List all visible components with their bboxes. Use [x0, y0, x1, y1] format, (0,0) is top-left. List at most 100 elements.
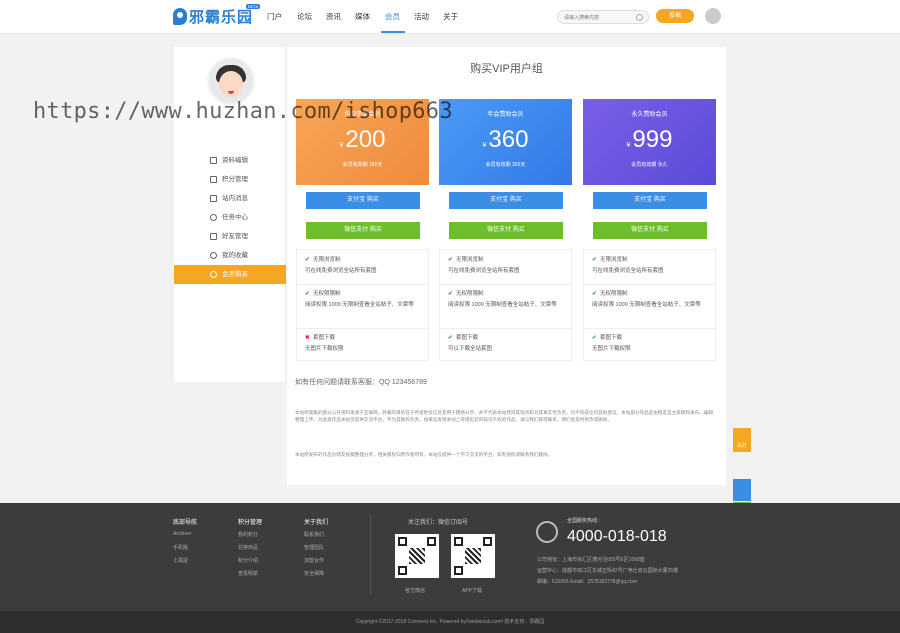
feature-desc: 可在线免费浏览全站所有套图: [592, 268, 664, 274]
hotline-label: 全国服务热线：: [567, 518, 603, 524]
check-icon: ✔: [592, 335, 597, 341]
sidebar-item-credits[interactable]: 积分管理: [174, 170, 286, 189]
feature-item: ✔ 无权限限制: [592, 291, 628, 297]
qq-icon[interactable]: [733, 479, 751, 501]
alipay-buy-button[interactable]: 支付宝 购买: [593, 192, 707, 209]
nav-forum[interactable]: 论坛: [297, 11, 312, 22]
alipay-buy-button[interactable]: 支付宝 购买: [449, 192, 563, 209]
company-address: 公司地址：上海市徐汇区漕河泾655号E区1068座: [537, 557, 645, 563]
footer-link[interactable]: 手机版: [173, 544, 188, 551]
footer-col-title: 积分管理: [238, 520, 263, 526]
feature-desc: 可在线免费浏览全站所有套图: [305, 268, 377, 274]
member-sidebar: 资料编辑 积分管理 站内消息 任务中心 好友管理 我的收藏 会员购买: [174, 47, 286, 382]
wechat-buy-button[interactable]: 微信支付 购买: [449, 222, 563, 239]
footer-link[interactable]: Archiver: [173, 531, 191, 537]
plan-card-lifetime: 永久赞助会员 ¥999 会员有效期 永久: [583, 99, 716, 185]
sidebar-item-profile[interactable]: 资料编辑: [174, 151, 286, 170]
heart-icon: [210, 271, 217, 278]
feature-desc: 阅读权限 1000 无限制查看全站帖子、文章等: [448, 302, 557, 308]
alipay-buy-button[interactable]: 支付宝 购买: [306, 192, 420, 209]
nav-media[interactable]: 媒体: [355, 11, 370, 22]
follow-title: 关注我们：微信订阅号: [408, 520, 469, 526]
card-icon: [210, 176, 217, 183]
feature-item: ✔ 无限浏览制: [448, 257, 484, 263]
wechat-qr-code: [395, 534, 439, 578]
plan-name: 永久赞助会员: [631, 112, 668, 118]
footer-link[interactable]: 我的积分: [238, 531, 258, 538]
sidebar-item-friends[interactable]: 好友管理: [174, 227, 286, 246]
check-icon: ✔: [448, 291, 453, 297]
active-nav-indicator: [381, 31, 405, 33]
plan-name: 年会赞助会员: [487, 112, 524, 118]
plan-price: ¥200: [339, 126, 386, 153]
footer-link[interactable]: 查看明单: [238, 570, 258, 577]
nav-member[interactable]: 会员: [385, 11, 400, 22]
feature-desc: 无图片下载权限: [592, 346, 631, 352]
phone-icon: [536, 521, 558, 543]
page-title: 购买VIP用户组: [470, 63, 543, 75]
contact-line: 如有任何问题请联系客服：QQ 123456789: [295, 379, 427, 386]
feature-item: ✔ 无限浏览制: [305, 257, 341, 263]
watermark-text: https://www.huzhan.com/ishop663: [33, 99, 453, 124]
disclaimer-text-2: 本站所发布的作品为网友投稿整理分享，相关版权归原作者所有，本站仅提供一个学习交流…: [295, 452, 553, 457]
feature-desc: 无图片下载权限: [305, 346, 344, 352]
search-input[interactable]: [564, 13, 634, 22]
top-header: 邪霸乐园 BETA 门户 论坛 资讯 媒体 会员 活动 关于 投稿: [0, 0, 900, 34]
sidebar-item-vip[interactable]: 会员购买: [174, 265, 286, 284]
light-toggle-button[interactable]: 关灯: [733, 428, 751, 452]
plan-duration: 会员有效期 永久: [631, 162, 668, 168]
footer-divider: [370, 515, 371, 595]
post-button[interactable]: 投稿: [656, 9, 694, 23]
beta-badge: BETA: [246, 4, 261, 9]
check-icon: ✔: [305, 257, 310, 263]
nav-about[interactable]: 关于: [443, 11, 458, 22]
plan-price: ¥360: [482, 126, 529, 153]
footer-link[interactable]: 联系我们: [304, 531, 324, 538]
search-icon[interactable]: [636, 14, 643, 21]
footer-link[interactable]: 安全保障: [304, 570, 324, 577]
footer-link[interactable]: 积分介绍: [238, 557, 258, 564]
site-logo-text[interactable]: 邪霸乐园: [189, 6, 253, 27]
feature-item: ✔ 套图下载: [592, 335, 623, 341]
wechat-buy-button[interactable]: 微信支付 购买: [306, 222, 420, 239]
plan-features-monthly: ✔ 无限浏览制 可在线免费浏览全站所有套图 ✔ 无权限限制 阅读权限 1000 无限…: [296, 249, 430, 361]
feature-item: ✔ 无权限限制: [448, 291, 484, 297]
footer-link[interactable]: 兑换商品: [238, 544, 258, 551]
plan-features-lifetime: ✔ 无限浏览制 可在线免费浏览全站所有套图 ✔ 无权限限制 阅读权限 1000 无限…: [583, 249, 717, 361]
plan-price: ¥999: [626, 126, 673, 153]
disclaimer-text: 本站所收集的部分公开资料来源于互联网，转载的目的在于传递更多信息及用于网络分享，…: [295, 410, 714, 422]
user-avatar-icon[interactable]: [705, 8, 721, 24]
footer-link[interactable]: 加盟合作: [304, 557, 324, 564]
check-icon: ✔: [448, 335, 453, 341]
footer-link[interactable]: 管理团队: [304, 544, 324, 551]
plan-duration: 会员有效期 365天: [485, 162, 526, 168]
sidebar-item-tasks[interactable]: 任务中心: [174, 208, 286, 227]
app-qr-code: [451, 534, 495, 578]
check-icon: ✔: [305, 291, 310, 297]
feature-desc: 可在线免费浏览全站所有套图: [448, 268, 520, 274]
check-icon: ✔: [592, 291, 597, 297]
feature-item: ✔ 无权限限制: [305, 291, 341, 297]
feature-desc: 阅读权限 1000 无限制查看全站帖子、文章等: [592, 302, 701, 308]
check-icon: ✔: [448, 257, 453, 263]
nav-portal[interactable]: 门户: [267, 11, 282, 22]
search-box: [557, 10, 649, 24]
qr-label: APP下载: [462, 588, 483, 594]
wechat-buy-button[interactable]: 微信支付 购买: [593, 222, 707, 239]
sidebar-item-favorites[interactable]: 我的收藏: [174, 246, 286, 265]
site-footer: 底部导航 Archiver 手机版 小黑屋 积分管理 我的积分 兑换商品 积分介…: [0, 503, 900, 611]
edit-icon: [210, 157, 217, 164]
qr-label: 官方微信: [405, 588, 426, 594]
cross-icon: ✖: [305, 335, 310, 341]
gear-icon: [210, 252, 217, 259]
logo-icon[interactable]: [173, 8, 187, 25]
plan-duration: 会员有效期 185天: [342, 162, 383, 168]
operation-address: 运营中心：成都市锦江区东城正街42号广电仕双云国际大厦25楼: [537, 568, 679, 574]
nav-news[interactable]: 资讯: [326, 11, 341, 22]
plan-features-yearly: ✔ 无限浏览制 可在线免费浏览全站所有套图 ✔ 无权限限制 阅读权限 1000 无限…: [439, 249, 573, 361]
nav-events[interactable]: 活动: [414, 11, 429, 22]
sidebar-item-messages[interactable]: 站内消息: [174, 189, 286, 208]
profile-avatar[interactable]: [207, 57, 255, 105]
footer-link[interactable]: 小黑屋: [173, 557, 188, 564]
contact-info: 邮编：610066 Email：2575163778@qq.com: [537, 579, 637, 585]
